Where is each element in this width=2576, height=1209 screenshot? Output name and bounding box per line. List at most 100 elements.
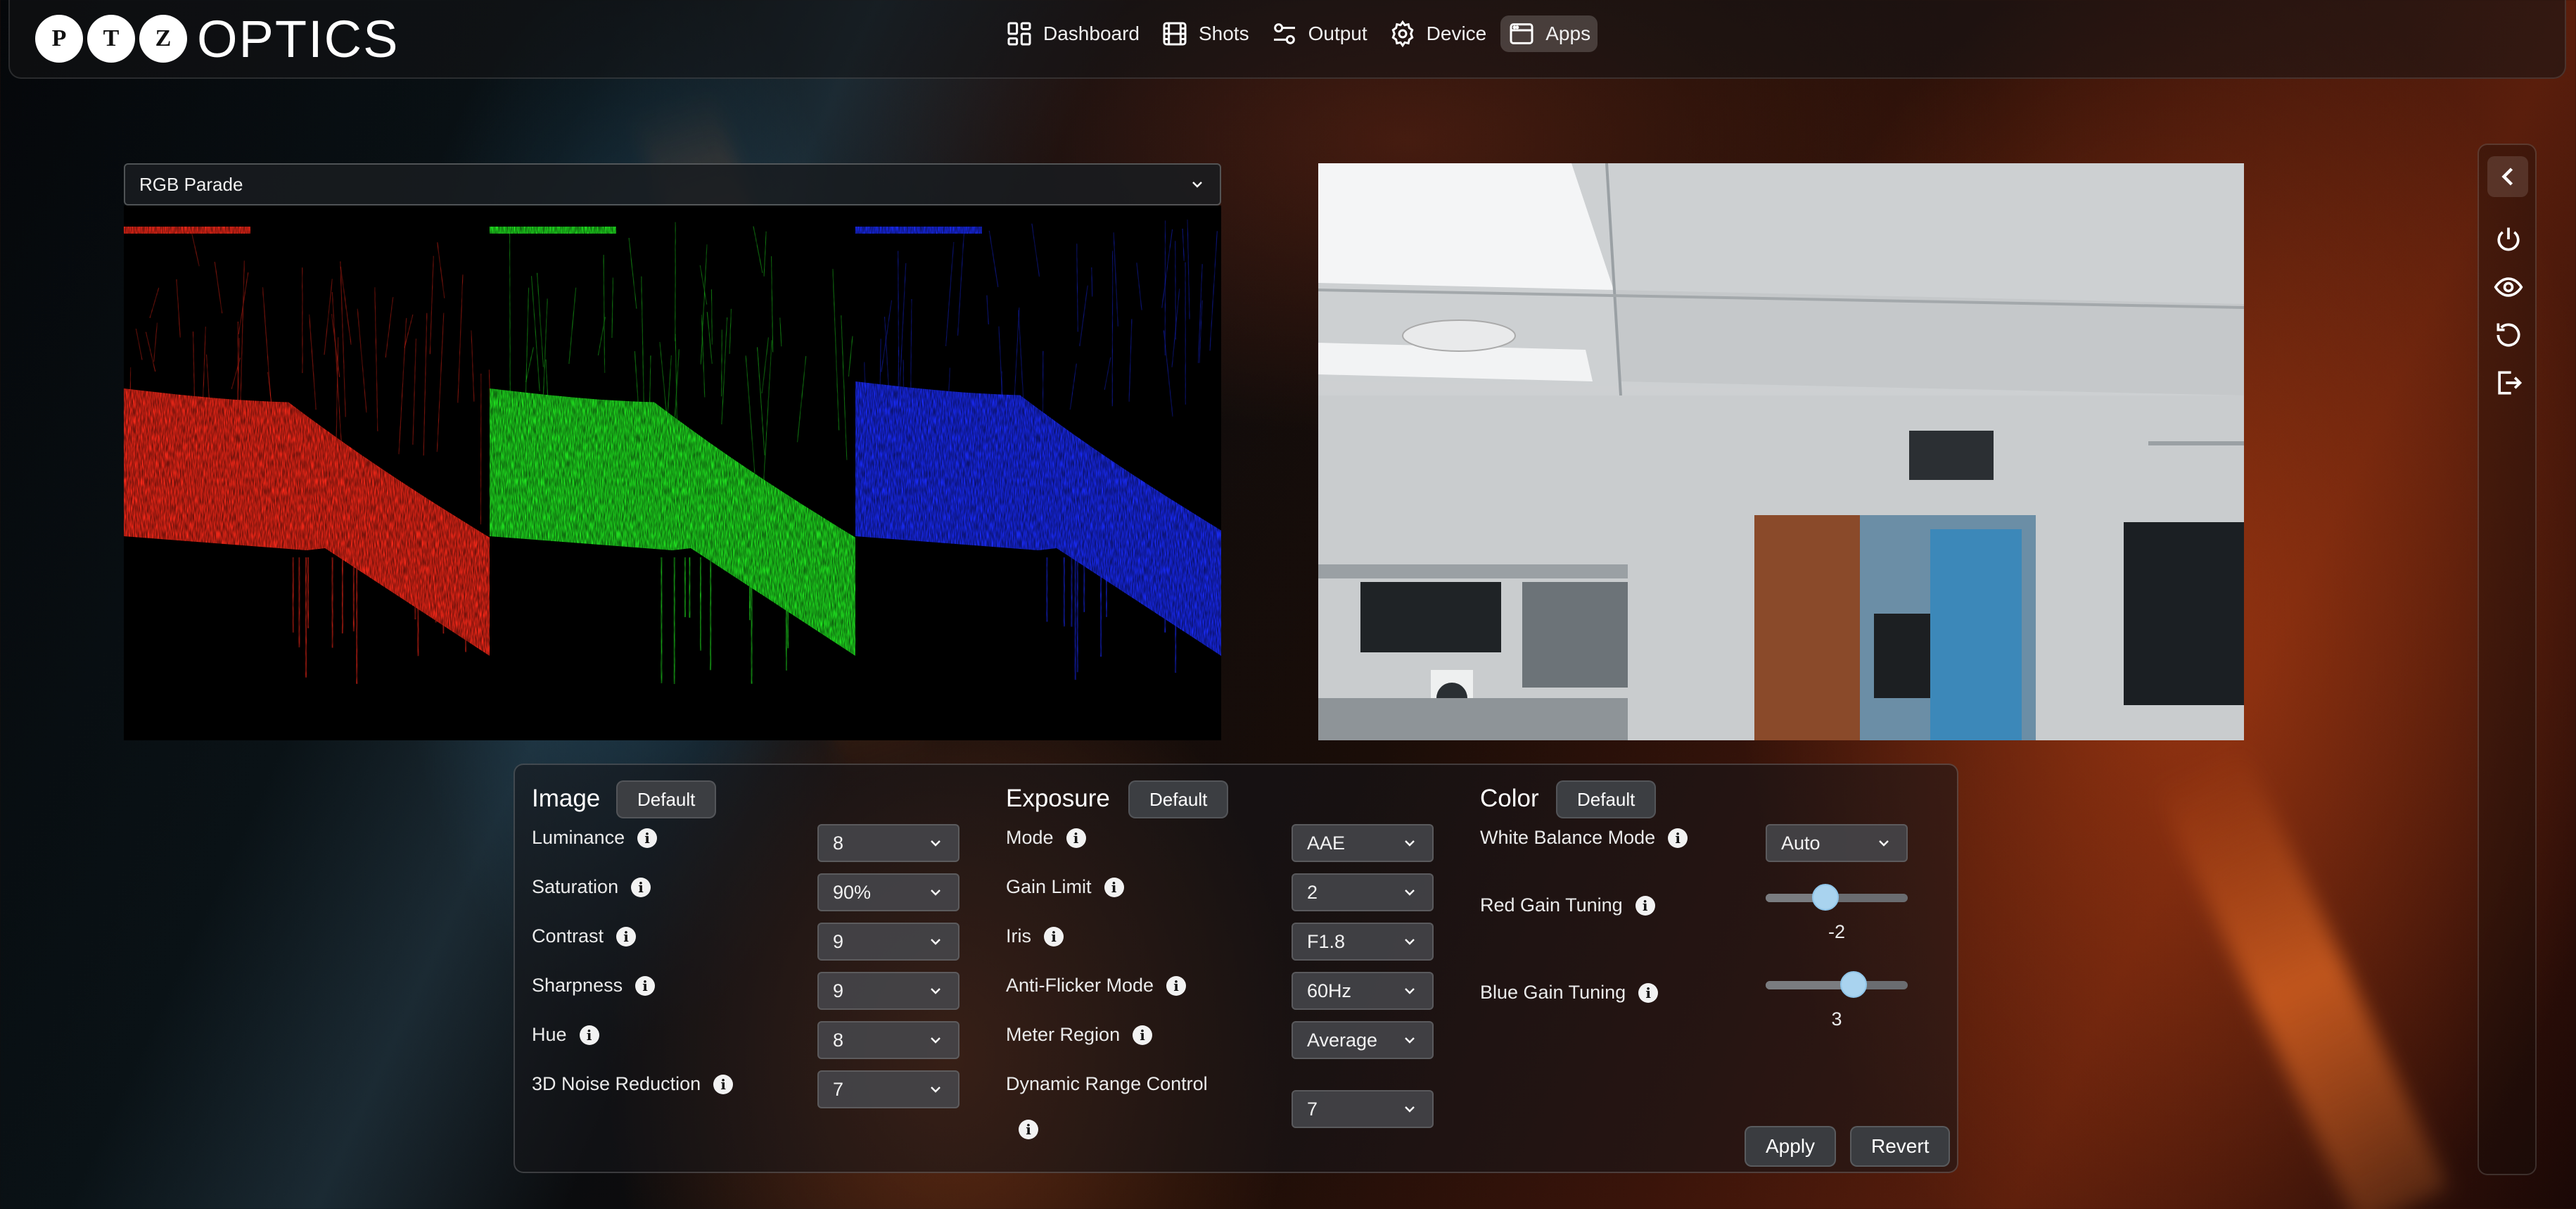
- white-balance-label: White Balance Mode i: [1480, 827, 1688, 849]
- saturation-select[interactable]: 90%: [817, 873, 959, 911]
- info-icon[interactable]: i: [1166, 976, 1186, 996]
- nav-label: Apps: [1545, 23, 1590, 45]
- red-gain-slider[interactable]: [1766, 894, 1908, 902]
- chevron-down-icon: [927, 933, 944, 950]
- slider-handle[interactable]: [1812, 884, 1839, 911]
- logout-icon: [2493, 367, 2524, 398]
- camera-settings-panel: Image Default Luminance i 8 Saturation i 9…: [514, 764, 1958, 1173]
- white-balance-select[interactable]: Auto: [1766, 824, 1908, 862]
- contrast-select[interactable]: 9: [817, 923, 959, 961]
- preview-toggle-button[interactable]: [2493, 272, 2524, 303]
- chevron-down-icon: [1401, 982, 1418, 999]
- color-section-title: Color: [1480, 785, 1539, 813]
- revert-button[interactable]: Revert: [1850, 1126, 1950, 1167]
- blue-gain-value: 3: [1766, 1008, 1908, 1030]
- apply-button[interactable]: Apply: [1745, 1126, 1836, 1167]
- image-default-button[interactable]: Default: [616, 780, 716, 818]
- scope-mode-select[interactable]: RGB Parade: [124, 163, 1221, 205]
- blue-gain-slider[interactable]: [1766, 981, 1908, 989]
- exposure-section-title: Exposure: [1006, 785, 1110, 813]
- ptzoptics-logo: P T Z OPTICS: [35, 14, 399, 63]
- chevron-down-icon: [927, 835, 944, 852]
- iris-label: Iris i: [1006, 925, 1064, 947]
- chevron-left-icon: [2492, 161, 2523, 192]
- reboot-button[interactable]: [2493, 319, 2524, 350]
- dashboard-grid-icon: [1005, 20, 1033, 48]
- window-icon: [1507, 20, 1536, 48]
- nav-output[interactable]: Output: [1263, 15, 1375, 52]
- sharpness-label: Sharpness i: [532, 975, 655, 996]
- chevron-down-icon: [927, 982, 944, 999]
- collapse-button[interactable]: [2487, 156, 2528, 197]
- meter-region-select[interactable]: Average: [1292, 1021, 1434, 1059]
- logo-letter: P: [35, 15, 83, 63]
- info-icon[interactable]: i: [635, 976, 655, 996]
- mode-label: Mode i: [1006, 827, 1086, 849]
- chevron-down-icon: [1401, 1101, 1418, 1118]
- refresh-icon: [2493, 319, 2524, 350]
- gain-limit-label: Gain Limit i: [1006, 876, 1124, 898]
- info-icon[interactable]: i: [616, 927, 636, 947]
- hue-select[interactable]: 8: [817, 1021, 959, 1059]
- logo-letter: Z: [139, 15, 187, 63]
- hue-label: Hue i: [532, 1024, 599, 1046]
- info-icon[interactable]: i: [1668, 828, 1688, 848]
- luminance-select[interactable]: 8: [817, 824, 959, 862]
- info-icon[interactable]: i: [1638, 983, 1658, 1003]
- right-sidebar: [2478, 144, 2537, 1175]
- chevron-down-icon: [1401, 835, 1418, 852]
- nav-device[interactable]: Device: [1382, 15, 1494, 52]
- gear-icon: [1389, 20, 1417, 48]
- exposure-default-button[interactable]: Default: [1128, 780, 1228, 818]
- logo-text: OPTICS: [197, 9, 399, 69]
- nav-label: Dashboard: [1043, 23, 1140, 45]
- power-button[interactable]: [2493, 224, 2524, 255]
- info-icon[interactable]: i: [713, 1075, 733, 1094]
- logout-button[interactable]: [2493, 367, 2524, 398]
- noise-reduction-select[interactable]: 7: [817, 1070, 959, 1108]
- nav-dashboard[interactable]: Dashboard: [998, 15, 1147, 52]
- info-icon[interactable]: i: [1019, 1120, 1038, 1139]
- nav-shots[interactable]: Shots: [1154, 15, 1256, 52]
- anti-flicker-label: Anti-Flicker Mode i: [1006, 975, 1186, 996]
- chevron-down-icon: [1189, 176, 1206, 193]
- anti-flicker-select[interactable]: 60Hz: [1292, 972, 1434, 1010]
- contrast-label: Contrast i: [532, 925, 636, 947]
- top-navigation-bar: P T Z OPTICS Dashboard Shots Output Devi…: [8, 0, 2566, 79]
- chevron-down-icon: [1875, 835, 1892, 852]
- noise-reduction-label: 3D Noise Reduction i: [532, 1073, 733, 1095]
- nav-label: Output: [1308, 23, 1367, 45]
- chevron-down-icon: [1401, 884, 1418, 901]
- info-icon[interactable]: i: [1104, 878, 1124, 897]
- info-icon[interactable]: i: [1635, 896, 1655, 916]
- chevron-down-icon: [1401, 1032, 1418, 1049]
- luminance-label: Luminance i: [532, 827, 657, 849]
- main-nav: Dashboard Shots Output Device Apps: [998, 15, 1598, 52]
- iris-select[interactable]: F1.8: [1292, 923, 1434, 961]
- color-default-button[interactable]: Default: [1556, 780, 1656, 818]
- sliders-icon: [1270, 20, 1299, 48]
- eye-icon: [2493, 272, 2524, 303]
- info-icon[interactable]: i: [1044, 927, 1064, 947]
- meter-region-label: Meter Region i: [1006, 1024, 1152, 1046]
- slider-handle[interactable]: [1840, 971, 1867, 998]
- nav-label: Shots: [1199, 23, 1249, 45]
- info-icon[interactable]: i: [637, 828, 657, 848]
- rgb-parade-scope: [124, 205, 1221, 740]
- info-icon[interactable]: i: [1133, 1025, 1152, 1045]
- mode-select[interactable]: AAE: [1292, 824, 1434, 862]
- sharpness-select[interactable]: 9: [817, 972, 959, 1010]
- background-streak: [2152, 741, 2449, 1209]
- nav-label: Device: [1427, 23, 1487, 45]
- chevron-down-icon: [927, 1032, 944, 1049]
- image-section-title: Image: [532, 785, 600, 813]
- gain-limit-select[interactable]: 2: [1292, 873, 1434, 911]
- info-icon[interactable]: i: [580, 1025, 599, 1045]
- dynamic-range-select[interactable]: 7: [1292, 1090, 1434, 1128]
- chevron-down-icon: [927, 1081, 944, 1098]
- red-gain-label: Red Gain Tuning i: [1480, 894, 1655, 916]
- info-icon[interactable]: i: [631, 878, 651, 897]
- chevron-down-icon: [1401, 933, 1418, 950]
- nav-apps[interactable]: Apps: [1500, 15, 1598, 52]
- info-icon[interactable]: i: [1066, 828, 1086, 848]
